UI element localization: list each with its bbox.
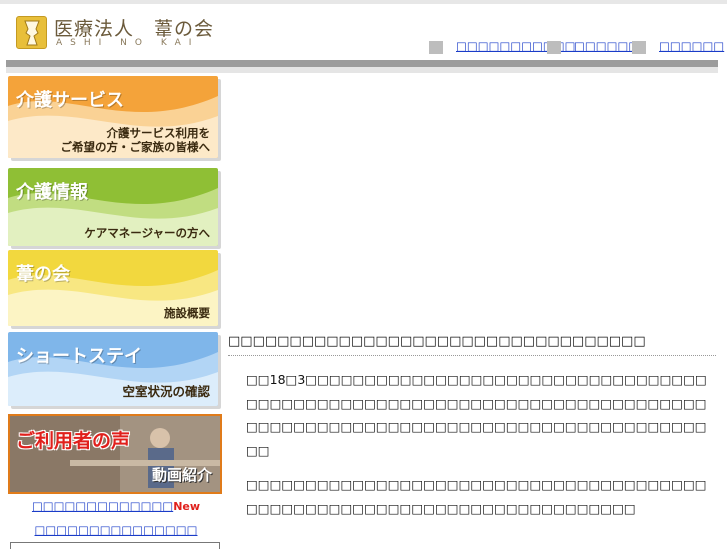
nav-link-3[interactable]: □□□□□□ [659, 38, 724, 54]
nav-bullet-icon [547, 41, 561, 54]
banner-subtitle: 施設概要 [164, 306, 210, 320]
voice-subtitle: 動画紹介 [151, 466, 212, 484]
main-paragraph-2: □□□□□□□□□□□□□□□□□□□□□□□□□□□□□□□□□□□□□□□□… [246, 477, 707, 516]
logo-title: 医療法人 葦の会 [54, 18, 215, 40]
banner-title: 介護サービス [16, 90, 124, 111]
banner-user-voice-video[interactable]: ご利用者の声 動画紹介 [8, 414, 222, 494]
sidebar-link-1: □□□□□□□□□□□□□New [8, 498, 224, 515]
sidebar-link-1-anchor[interactable]: □□□□□□□□□□□□□ [32, 499, 173, 513]
banner-about[interactable]: 葦の会 施設概要 [8, 250, 218, 326]
banner-title: ショートステイ [16, 346, 142, 367]
main-paragraph-1: □□18□3□□□□□□□□□□□□□□□□□□□□□□□□□□□□□□□□□□… [246, 372, 707, 458]
header-divider [6, 60, 718, 67]
banner-title: 介護情報 [16, 182, 88, 203]
banner-care-service[interactable]: 介護サービス 介護サービス利用を ご希望の方・ご家族の皆様へ [8, 76, 218, 158]
header-divider-shadow [6, 67, 718, 73]
banner-subtitle: ケアマネージャーの方へ [84, 226, 210, 240]
main-heading: □□□□□□□□□□□□□□□□□□□□□□□□□□□□□□□□□□ [228, 334, 716, 356]
sidebar-link-2: □□□□□□□□□□□□□□□ [8, 522, 224, 538]
banner-subtitle: ご希望の方・ご家族の皆様へ [60, 140, 211, 154]
banner-title: 葦の会 [16, 264, 70, 285]
banner-care-info[interactable]: 介護情報 ケアマネージャーの方へ [8, 168, 218, 246]
site-logo[interactable]: 医療法人 葦の会 ASHI NO KAI [16, 14, 216, 54]
page: 医療法人 葦の会 ASHI NO KAI □□□□□□□□□□□ □□□□□□ … [0, 0, 727, 549]
logo-subtitle: ASHI NO KAI [56, 38, 200, 48]
banner-subtitle: 介護サービス利用を [106, 126, 211, 140]
new-badge: New [173, 500, 201, 513]
nav-bullet-icon [632, 41, 646, 54]
nav-link-2[interactable]: □□□□□□ [574, 38, 639, 54]
nav-bullet-icon [429, 41, 443, 54]
sidebar-bottom-box [10, 542, 220, 549]
voice-title: ご利用者の声 [16, 430, 131, 452]
logo-mark-icon [16, 16, 47, 49]
sidebar-link-2-anchor[interactable]: □□□□□□□□□□□□□□□ [35, 523, 198, 537]
banner-short-stay[interactable]: ショートステイ 空室状況の確認 [8, 332, 218, 406]
banner-subtitle: 空室状況の確認 [122, 384, 210, 399]
